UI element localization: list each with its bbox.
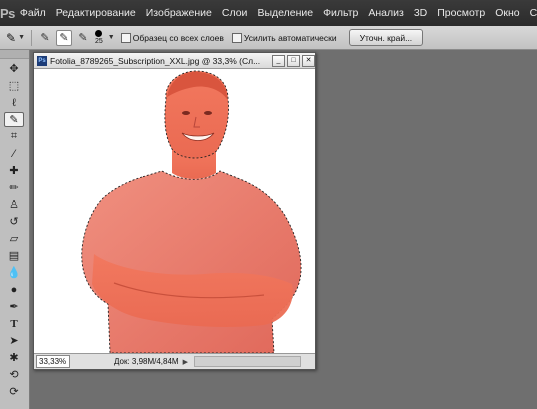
marquee-icon[interactable]: ⬚ [4,78,24,93]
toolbox: ✥ ⬚ ℓ ✎ ⌗ ⁄ ✚ ✏ ♙ ↺ ▱ ▤ 💧 ● ✒ T ➤ ✱ ⟲ ⟳ [0,50,30,409]
toolbox-grip[interactable] [0,50,29,59]
quick-selection-icon[interactable]: ✎ [4,112,24,127]
path-selection-icon[interactable]: ➤ [4,333,24,348]
3d-rotate-icon[interactable]: ⟲ [4,367,24,382]
menu-layers[interactable]: Слои [217,7,253,19]
refine-edge-button[interactable]: Уточн. край... [348,29,424,46]
zoom-field[interactable]: 33,33% [36,355,70,368]
blur-icon[interactable]: 💧 [4,265,24,280]
menu-filter[interactable]: Фильтр [318,7,363,19]
app-logo: Ps [0,5,15,21]
gradient-icon[interactable]: ▤ [4,248,24,263]
checkbox-box [120,32,131,43]
brush-size-value: 25 [95,37,103,45]
shape-icon[interactable]: ✱ [4,350,24,365]
type-icon[interactable]: T [4,316,24,331]
document-size: Док: 3,98M/4,84M [114,357,179,366]
move-icon[interactable]: ✥ [4,61,24,76]
person-shirt [81,170,302,353]
eraser-icon[interactable]: ▱ [4,231,24,246]
brush-tip-icon [95,29,103,37]
document-window[interactable]: Ps Fotolia_8789265_Subscription_XXL.jpg … [33,52,316,370]
maximize-icon[interactable]: □ [287,54,300,67]
auto-enhance-checkbox[interactable]: Усилить автоматически [231,32,337,43]
quick-selection-icon: ✎ [6,30,17,45]
chevron-down-icon[interactable]: ▼ [108,34,115,41]
crop-icon[interactable]: ⌗ [4,129,24,144]
menu-view[interactable]: Просмотр [432,7,490,19]
photo-with-quick-mask [81,70,302,353]
divider [31,29,32,46]
subtract-from-selection-icon[interactable]: ✎ [76,31,90,45]
horizontal-scrollbar[interactable] [193,356,301,367]
pen-icon[interactable]: ✒ [4,299,24,314]
history-brush-icon[interactable]: ↺ [4,214,24,229]
document-title: Fotolia_8789265_Subscription_XXL.jpg @ 3… [50,55,261,66]
menu-3d[interactable]: 3D [409,7,432,19]
image-canvas[interactable] [34,69,315,353]
chevron-right-icon[interactable]: ▶ [183,358,188,366]
menu-file[interactable]: Файл [15,7,51,19]
tool-preset-picker[interactable]: ✎ ▼ [0,31,27,45]
minimize-icon[interactable]: _ [272,54,285,67]
menu-edit[interactable]: Редактирование [51,7,141,19]
lasso-icon[interactable]: ℓ [4,95,24,110]
eyedropper-icon[interactable]: ⁄ [4,146,24,161]
menu-help[interactable]: Справка [525,7,537,19]
dodge-icon[interactable]: ● [4,282,24,297]
menu-analysis[interactable]: Анализ [363,7,408,19]
brush-icon[interactable]: ✏ [4,180,24,195]
clone-stamp-icon[interactable]: ♙ [4,197,24,212]
menu-window[interactable]: Окно [490,7,524,19]
add-to-selection-icon[interactable]: ✎ [56,29,72,46]
new-selection-icon[interactable]: ✎ [38,31,52,45]
3d-orbit-icon[interactable]: ⟳ [4,384,24,399]
status-bar: 33,33% Док: 3,98M/4,84M ▶ [34,353,315,369]
menu-image[interactable]: Изображение [141,7,217,19]
auto-enhance-label: Усилить автоматически [243,32,337,43]
sample-all-layers-checkbox[interactable]: Образец со всех слоев [120,32,224,43]
sample-all-layers-label: Образец со всех слоев [132,32,224,43]
healing-brush-icon[interactable]: ✚ [4,163,24,178]
menu-select[interactable]: Выделение [252,7,318,19]
document-titlebar[interactable]: Ps Fotolia_8789265_Subscription_XXL.jpg … [34,53,315,69]
menu-bar: Ps Файл Редактирование Изображение Слои … [0,0,537,26]
ps-document-icon: Ps [37,55,47,66]
chevron-down-icon: ▼ [18,34,25,41]
brush-picker[interactable]: 25 [95,29,103,46]
close-icon[interactable]: ✕ [302,54,315,67]
checkbox-box [231,32,242,43]
options-bar: ✎ ▼ ✎ ✎ ✎ 25 ▼ Образец со всех слоев Уси… [0,26,537,50]
